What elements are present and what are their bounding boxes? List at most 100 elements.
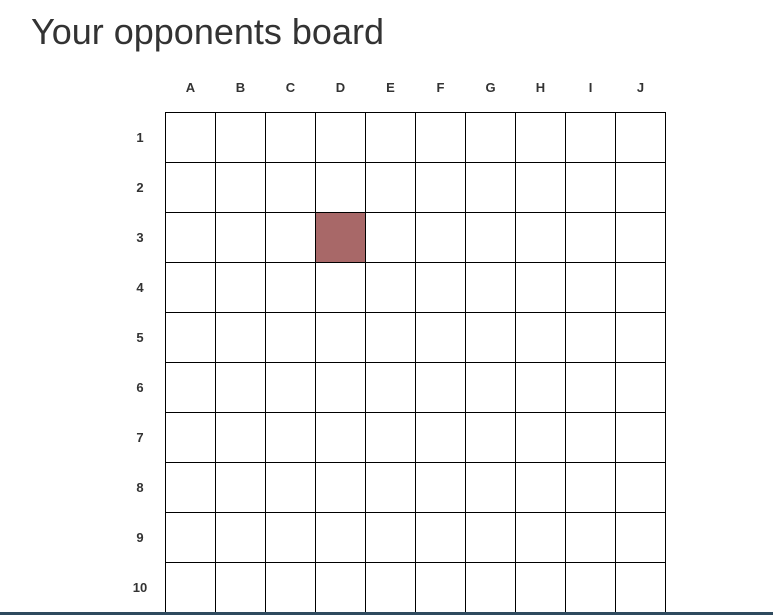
board-cell-b3[interactable] <box>215 212 266 263</box>
board-cell-b9[interactable] <box>215 512 266 563</box>
board-cell-c9[interactable] <box>265 512 316 563</box>
board-cell-g1[interactable] <box>465 112 516 163</box>
board-cell-g9[interactable] <box>465 512 516 563</box>
board-cell-h1[interactable] <box>515 112 566 163</box>
board-cell-a3[interactable] <box>165 212 216 263</box>
board-cell-i4[interactable] <box>565 262 616 313</box>
board-cell-b5[interactable] <box>215 312 266 363</box>
board-cell-f2[interactable] <box>415 162 466 213</box>
board-cell-j8[interactable] <box>615 462 666 513</box>
board-cell-j1[interactable] <box>615 112 666 163</box>
board-cell-h3[interactable] <box>515 212 566 263</box>
board-cell-j9[interactable] <box>615 512 666 563</box>
board-cell-e4[interactable] <box>365 262 416 313</box>
board-cell-a7[interactable] <box>165 412 216 463</box>
board-cell-b4[interactable] <box>215 262 266 313</box>
board-cell-g7[interactable] <box>465 412 516 463</box>
board-cell-j4[interactable] <box>615 262 666 313</box>
board-cell-c2[interactable] <box>265 162 316 213</box>
board-cell-f3[interactable] <box>415 212 466 263</box>
board-cell-f9[interactable] <box>415 512 466 563</box>
board-cell-g8[interactable] <box>465 462 516 513</box>
board-cell-i9[interactable] <box>565 512 616 563</box>
board-cell-e9[interactable] <box>365 512 416 563</box>
board-cell-b7[interactable] <box>215 412 266 463</box>
board-cell-i8[interactable] <box>565 462 616 513</box>
board-cell-g3[interactable] <box>465 212 516 263</box>
board-cell-e1[interactable] <box>365 112 416 163</box>
board-cell-a2[interactable] <box>165 162 216 213</box>
board-cell-e6[interactable] <box>365 362 416 413</box>
board-cell-f7[interactable] <box>415 412 466 463</box>
board-cell-i3[interactable] <box>565 212 616 263</box>
board-cell-i1[interactable] <box>565 112 616 163</box>
board-cell-b10[interactable] <box>215 562 266 613</box>
board-cell-d8[interactable] <box>315 462 366 513</box>
board-cell-d4[interactable] <box>315 262 366 313</box>
board-cell-j5[interactable] <box>615 312 666 363</box>
board-cell-c7[interactable] <box>265 412 316 463</box>
board-cell-f10[interactable] <box>415 562 466 613</box>
board-cell-i10[interactable] <box>565 562 616 613</box>
board-cell-a5[interactable] <box>165 312 216 363</box>
board-cell-e2[interactable] <box>365 162 416 213</box>
board-cell-e7[interactable] <box>365 412 416 463</box>
board-cell-c8[interactable] <box>265 462 316 513</box>
board-cell-b8[interactable] <box>215 462 266 513</box>
board-cell-b6[interactable] <box>215 362 266 413</box>
board-cell-g5[interactable] <box>465 312 516 363</box>
board-cell-i5[interactable] <box>565 312 616 363</box>
board-cell-h7[interactable] <box>515 412 566 463</box>
board-cell-a4[interactable] <box>165 262 216 313</box>
board-cell-j2[interactable] <box>615 162 666 213</box>
board-cell-a8[interactable] <box>165 462 216 513</box>
board-cell-h10[interactable] <box>515 562 566 613</box>
board-cell-d5[interactable] <box>315 312 366 363</box>
board-cell-c3[interactable] <box>265 212 316 263</box>
board-cell-f8[interactable] <box>415 462 466 513</box>
board-cell-i2[interactable] <box>565 162 616 213</box>
board-cell-c1[interactable] <box>265 112 316 163</box>
board-cell-e5[interactable] <box>365 312 416 363</box>
board-cell-d9[interactable] <box>315 512 366 563</box>
board-cell-f4[interactable] <box>415 262 466 313</box>
board-cell-a10[interactable] <box>165 562 216 613</box>
board-cell-i6[interactable] <box>565 362 616 413</box>
board-cell-j3[interactable] <box>615 212 666 263</box>
board-cell-g10[interactable] <box>465 562 516 613</box>
board-cell-h4[interactable] <box>515 262 566 313</box>
board-cell-e8[interactable] <box>365 462 416 513</box>
board-cell-b2[interactable] <box>215 162 266 213</box>
board-cell-h9[interactable] <box>515 512 566 563</box>
board-cell-h5[interactable] <box>515 312 566 363</box>
board-cell-a9[interactable] <box>165 512 216 563</box>
board-cell-h8[interactable] <box>515 462 566 513</box>
board-cell-g4[interactable] <box>465 262 516 313</box>
board-cell-f5[interactable] <box>415 312 466 363</box>
board-cell-c10[interactable] <box>265 562 316 613</box>
board-cell-g2[interactable] <box>465 162 516 213</box>
board-cell-e10[interactable] <box>365 562 416 613</box>
board-cell-d3[interactable] <box>315 212 366 263</box>
board-cell-f1[interactable] <box>415 112 466 163</box>
board-cell-a6[interactable] <box>165 362 216 413</box>
board-cell-d1[interactable] <box>315 112 366 163</box>
board-cell-f6[interactable] <box>415 362 466 413</box>
board-cell-i7[interactable] <box>565 412 616 463</box>
board-cell-c5[interactable] <box>265 312 316 363</box>
board-cell-d2[interactable] <box>315 162 366 213</box>
board-cell-d10[interactable] <box>315 562 366 613</box>
board-cell-e3[interactable] <box>365 212 416 263</box>
board-cell-c6[interactable] <box>265 362 316 413</box>
board-cell-d7[interactable] <box>315 412 366 463</box>
board-cell-a1[interactable] <box>165 112 216 163</box>
board-cell-j7[interactable] <box>615 412 666 463</box>
board-cell-j10[interactable] <box>615 562 666 613</box>
board-cell-h6[interactable] <box>515 362 566 413</box>
board-cell-c4[interactable] <box>265 262 316 313</box>
board-cell-d6[interactable] <box>315 362 366 413</box>
board-cell-j6[interactable] <box>615 362 666 413</box>
board-cell-h2[interactable] <box>515 162 566 213</box>
board-cell-b1[interactable] <box>215 112 266 163</box>
board-cell-g6[interactable] <box>465 362 516 413</box>
